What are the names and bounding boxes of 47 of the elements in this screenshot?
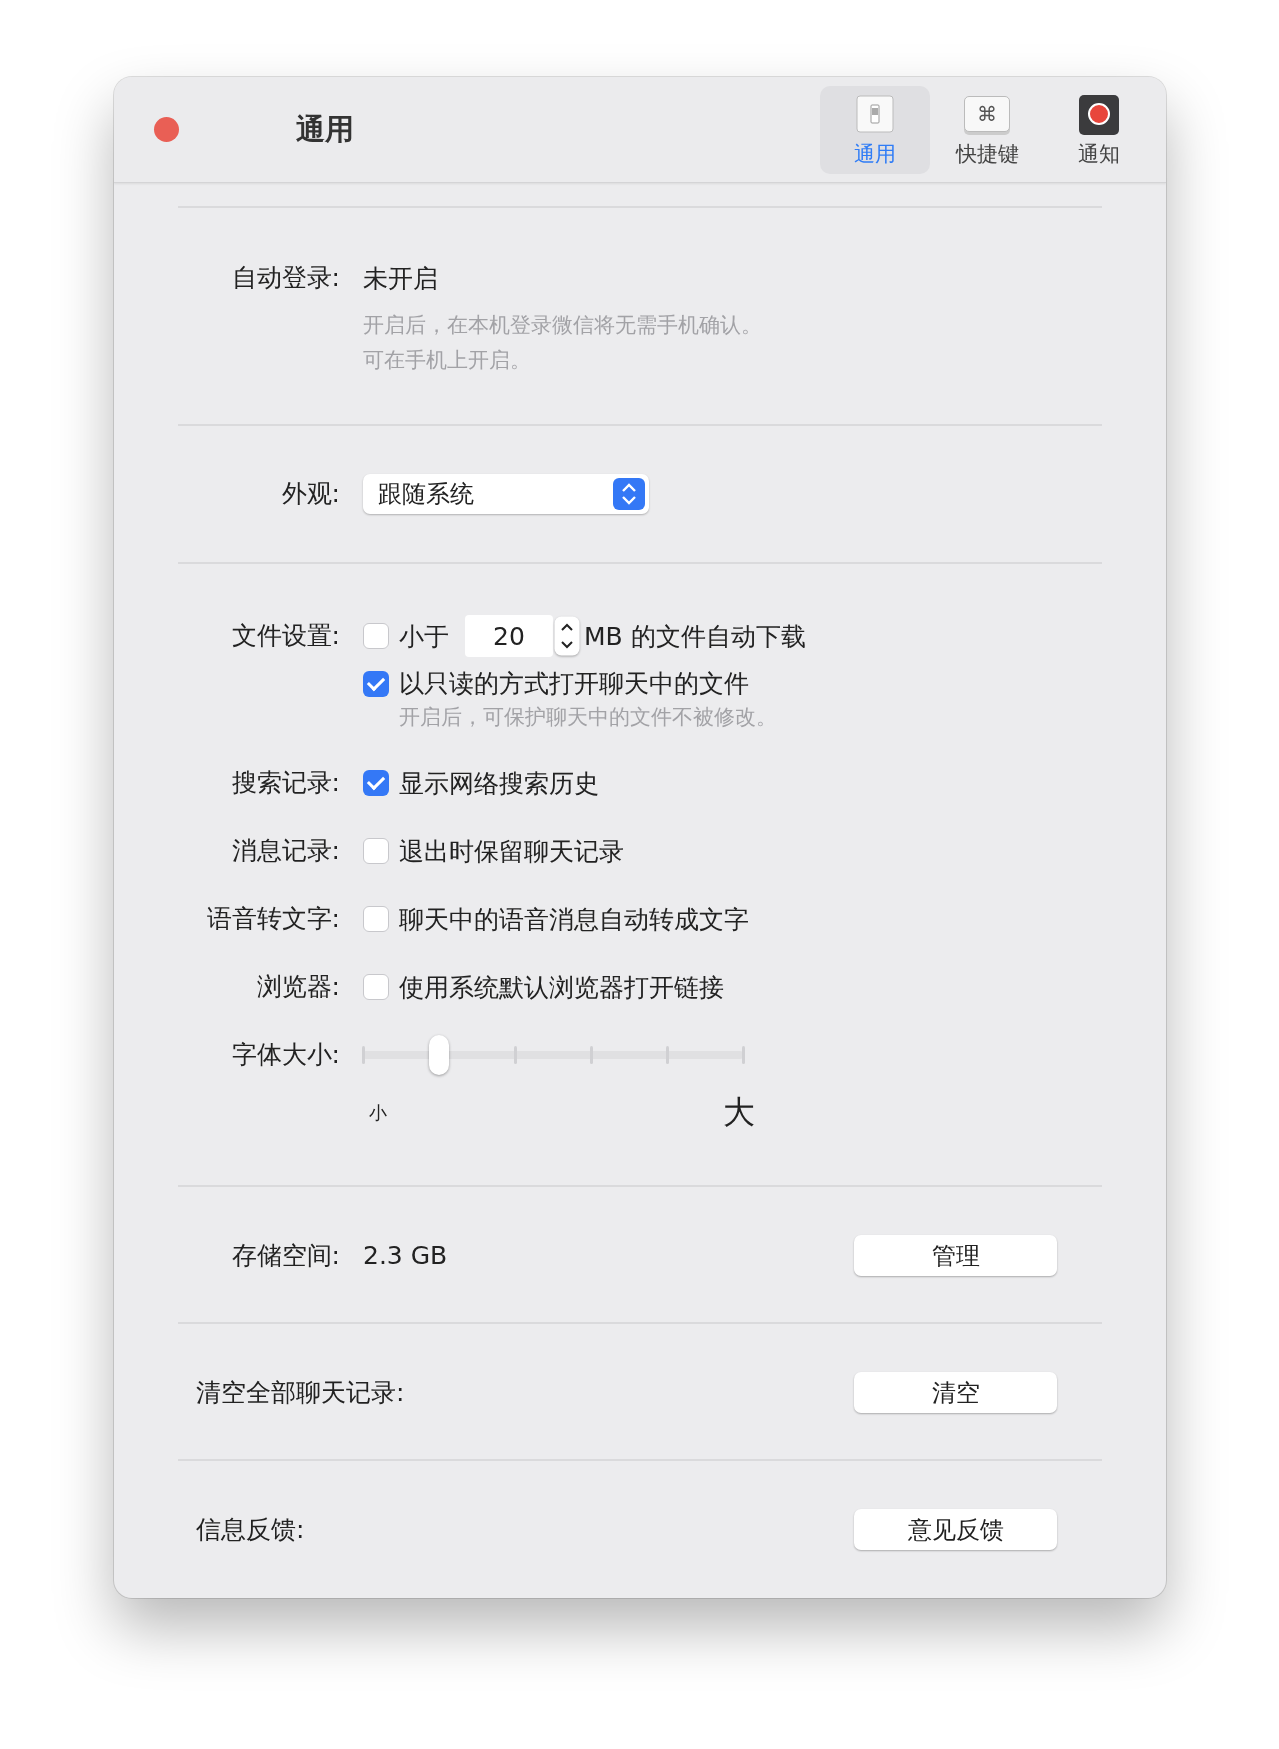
setting-label: 外观: xyxy=(281,478,340,510)
size-field[interactable]: 20 xyxy=(465,615,553,657)
checkbox[interactable] xyxy=(363,670,389,697)
option-text: 以只读的方式打开聊天中的文件 xyxy=(399,668,749,700)
hint-text: 开启后，可保护聊天中的文件不被修改。 xyxy=(398,704,778,731)
stepper[interactable] xyxy=(554,616,580,656)
action-button[interactable]: 清空 xyxy=(854,1372,1057,1413)
checkbox[interactable] xyxy=(363,974,389,1000)
min-label: 小 xyxy=(369,1101,387,1125)
slider-thumb[interactable] xyxy=(429,1035,449,1075)
checkbox[interactable] xyxy=(363,838,389,864)
max-label: 大 xyxy=(723,1092,755,1133)
setting-label: 字体大小: xyxy=(231,1039,340,1071)
setting-label: 搜索记录: xyxy=(231,767,340,799)
checkbox[interactable] xyxy=(363,623,389,649)
option-text: MB 的文件自动下载 xyxy=(584,620,806,653)
action-button[interactable]: 管理 xyxy=(854,1235,1057,1276)
option-text: 小于 xyxy=(399,620,449,653)
appearance-select[interactable]: 跟随系统 xyxy=(363,474,649,514)
setting-label: 浏览器: xyxy=(256,971,340,1003)
setting-label: 存储空间: xyxy=(231,1239,340,1272)
action-button[interactable]: 意见反馈 xyxy=(854,1509,1057,1550)
toolbar-tab[interactable]: 通知 xyxy=(1044,85,1154,174)
close-icon[interactable] xyxy=(154,117,179,142)
checkbox[interactable] xyxy=(363,770,389,796)
toolbar-tab[interactable]: ⌘ 快捷键 xyxy=(932,85,1042,174)
checkbox[interactable] xyxy=(363,906,389,932)
option-text: 退出时保留聊天记录 xyxy=(399,835,624,868)
switch-icon xyxy=(855,93,895,134)
select-stepper-icon xyxy=(613,478,645,510)
setting-label: 信息反馈: xyxy=(195,1514,306,1546)
record-icon xyxy=(1078,93,1120,136)
font-size-slider[interactable] xyxy=(363,1035,743,1075)
option-text: 使用系统默认浏览器打开链接 xyxy=(399,971,724,1004)
window-title: 通用 xyxy=(296,110,354,148)
setting-value: 未开启 xyxy=(363,262,439,295)
setting-label: 自动登录: xyxy=(231,262,340,294)
hint-text: 开启后，在本机登录微信将无需手机确认。 xyxy=(363,312,763,339)
hint-text: 可在手机上开启。 xyxy=(363,347,532,374)
setting-label: 文件设置: xyxy=(231,620,340,652)
option-text: 显示网络搜索历史 xyxy=(399,767,599,800)
setting-label: 消息记录: xyxy=(231,835,340,867)
setting-value: 2.3 GB xyxy=(363,1241,449,1270)
option-text: 聊天中的语音消息自动转成文字 xyxy=(399,903,749,936)
command-key-icon: ⌘ xyxy=(964,95,1010,132)
setting-label: 清空全部聊天记录: xyxy=(195,1377,406,1409)
setting-label: 语音转文字: xyxy=(206,903,340,935)
